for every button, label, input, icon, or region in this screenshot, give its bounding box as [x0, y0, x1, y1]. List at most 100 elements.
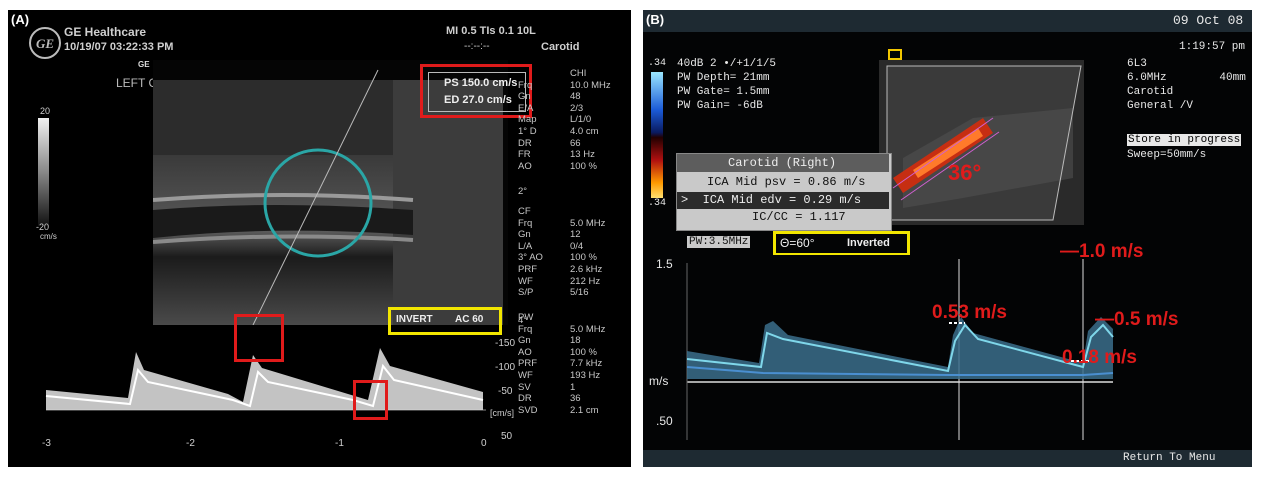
setting-value: 4.0 cm — [570, 126, 599, 137]
grayscale-bar — [38, 118, 49, 226]
probe-line: 6L3 — [1127, 58, 1147, 70]
setting-value: 2.6 kHz — [570, 264, 603, 275]
probe-line: 6.0MHz 40mm — [1127, 72, 1246, 84]
setting-key: DR — [518, 137, 532, 149]
setting-key: FR — [518, 149, 531, 161]
param-line: 40dB 2 •/+1/1/5 — [677, 58, 777, 70]
depth-marker: 4° — [518, 315, 528, 326]
setting-key: AO — [518, 160, 532, 172]
inverted-label: Inverted — [847, 237, 890, 249]
invert-label: INVERT — [396, 314, 433, 325]
setting-key: Gn — [518, 91, 531, 103]
time-tick: -1 — [335, 438, 344, 449]
probe-line: Carotid — [1127, 86, 1174, 98]
param-line: PW Depth= 21mm — [677, 72, 770, 84]
setting-value: 13 Hz — [570, 149, 595, 161]
annotation-1ms: —1.0 m/s — [1060, 241, 1144, 262]
setting-value: 5/16 — [570, 287, 589, 299]
ge-mark: GE — [138, 60, 150, 69]
setting-value: 5.0 MHz — [570, 217, 606, 229]
scale-bottom: -20 — [36, 222, 50, 232]
timer-dashes: --:--:-- — [464, 41, 490, 52]
vel-unit: [cm/s] — [490, 408, 514, 418]
time-tick: -2 — [186, 438, 195, 449]
setting-key: DR — [518, 393, 532, 405]
setting-key: S/P — [518, 287, 534, 299]
exam-datetime: 10/19/07 03:22:33 PM — [64, 41, 174, 53]
return-to-menu-button[interactable]: Return To Menu — [1123, 452, 1215, 464]
top-bar — [643, 10, 1252, 32]
setting-value: CHI — [570, 68, 587, 79]
vendor-name: GE Healthcare — [64, 25, 147, 39]
depth-marker: 2° — [518, 186, 528, 197]
ed-value: ED 27.0 cm/s — [444, 94, 512, 106]
ps-value: PS 150.0 cm/s — [444, 77, 518, 89]
svg-text:GE: GE — [36, 36, 54, 51]
scale-unit: cm/s — [40, 232, 57, 241]
annotation-053ms: 0.53 m/s — [932, 302, 1007, 323]
setting-key: SVD — [518, 404, 538, 416]
setting-value: 5.0 MHz — [570, 323, 606, 335]
theta-label: Θ=60° — [780, 236, 815, 250]
setting-key: PRF — [518, 358, 537, 370]
exam-type: Carotid — [541, 41, 580, 53]
spectral-doppler-b — [683, 255, 1123, 445]
setting-value: 2/3 — [570, 102, 584, 114]
color-doppler-image — [879, 49, 1084, 225]
setting-value: 48 — [570, 91, 581, 103]
setting-key: AO — [518, 346, 532, 358]
time-tick: 0 — [481, 438, 487, 449]
setting-value: 2.1 cm — [570, 404, 599, 416]
ge-logo-icon: GE — [29, 27, 61, 59]
panel-a: (A) GE GE Healthcare 10/19/07 03:22:33 P… — [8, 10, 631, 467]
setting-value: 18 — [570, 335, 581, 347]
report-title: Carotid (Right) — [728, 156, 837, 170]
store-status: Store in progress — [1127, 134, 1242, 146]
setting-key: E/A — [518, 102, 534, 114]
scale-top: 20 — [40, 106, 51, 116]
setting-key: SV — [518, 381, 531, 393]
angle-label: 36° — [948, 160, 982, 185]
setting-key: L/A — [518, 240, 533, 252]
time-tick: -3 — [42, 438, 51, 449]
panel-b: (B) 09 Oct 08 1:19:57 pm .34 .34 40dB 2 … — [643, 10, 1252, 467]
exam-time: 1:19:57 pm — [1179, 41, 1246, 53]
setting-key: Gn — [518, 335, 531, 347]
psv-marker-box — [234, 314, 284, 362]
setting-value: 7.7 kHz — [570, 358, 603, 370]
pw-frequency: PW:3.5MHz — [687, 236, 751, 248]
setting-key: Frq — [518, 217, 533, 229]
vel-tick: -150 — [495, 338, 516, 349]
panel-a-label: (A) — [11, 12, 30, 27]
report-row: ICA Mid psv = 0.86 m/s — [707, 175, 866, 189]
edv-marker-box — [353, 380, 388, 420]
setting-key: CF — [518, 206, 531, 217]
setting-value: 212 Hz — [570, 275, 601, 287]
color-bar — [651, 72, 663, 198]
vel-tick: 50 — [501, 431, 513, 442]
setting-value: 10.0 MHz — [570, 79, 611, 91]
setting-value: 193 Hz — [570, 370, 601, 381]
setting-value: 100 % — [570, 252, 597, 264]
setting-key: 1° D — [518, 126, 537, 137]
sweep-speed: Sweep=50mm/s — [1127, 149, 1207, 161]
setting-value: 1 — [570, 381, 576, 393]
exam-date: 09 Oct 08 — [1173, 13, 1244, 28]
report-row-selected[interactable]: > ICA Mid edv = 0.29 m/s — [681, 193, 861, 207]
setting-key: WF — [518, 275, 533, 287]
axis-bottom: .50 — [656, 414, 673, 428]
setting-value: 0/4 — [570, 240, 584, 252]
report-row: IC/CC = 1.117 — [752, 210, 846, 224]
ac-label: AC 60 — [455, 314, 484, 325]
panel-b-label: (B) — [646, 12, 665, 27]
color-scale-top: .34 — [648, 58, 667, 69]
vel-tick: -100 — [495, 362, 516, 373]
color-scale-bottom: .34 — [648, 198, 667, 209]
annotation-018ms: 0.18 m/s — [1062, 347, 1137, 368]
axis-unit: m/s — [649, 374, 669, 388]
setting-value: L/1/0 — [570, 114, 592, 126]
annotation-05ms: —0.5 m/s — [1095, 309, 1179, 330]
setting-value: 100 % — [570, 346, 597, 358]
mi-tis-readout: MI 0.5 TIs 0.1 10L — [446, 25, 536, 37]
axis-top: 1.5 — [656, 257, 673, 271]
